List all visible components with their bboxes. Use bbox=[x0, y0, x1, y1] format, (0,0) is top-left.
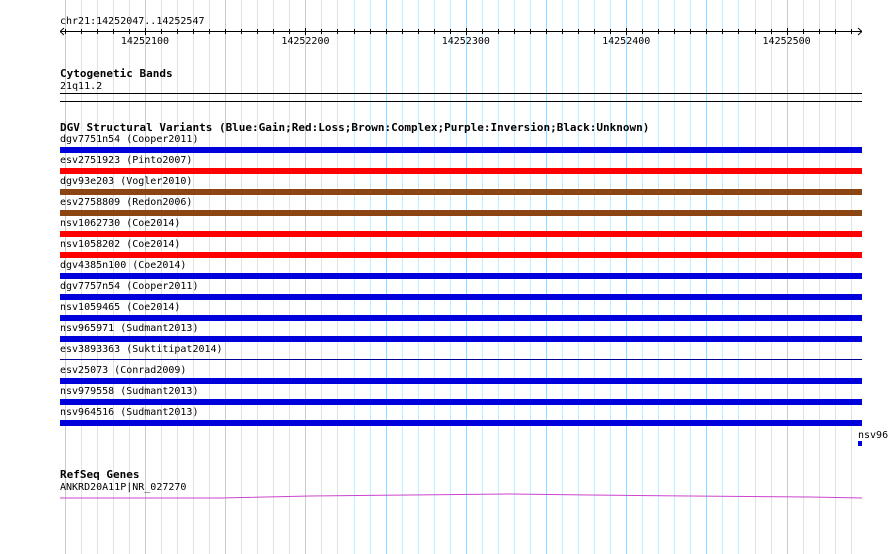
refseq-intron-line bbox=[60, 493, 862, 499]
refseq-track-title[interactable]: RefSeq Genes bbox=[60, 469, 139, 481]
dgv-feature-bar[interactable] bbox=[60, 399, 862, 405]
dgv-feature-label[interactable]: nsv965971 (Sudmant2013) bbox=[60, 323, 198, 335]
refseq-gene-model[interactable] bbox=[60, 490, 862, 500]
dgv-feature-label[interactable]: esv2751923 (Pinto2007) bbox=[60, 155, 192, 167]
ruler-tick-label: 14252500 bbox=[762, 36, 811, 47]
dgv-feature-bar[interactable] bbox=[60, 252, 862, 258]
dgv-feature-label[interactable]: dgv7751n54 (Cooper2011) bbox=[60, 134, 198, 146]
dgv-feature-label[interactable]: esv2758809 (Redon2006) bbox=[60, 197, 192, 209]
ruler-tick-label: 14252200 bbox=[281, 36, 330, 47]
dgv-feature-bar[interactable] bbox=[60, 336, 862, 342]
dgv-feature-bar[interactable] bbox=[60, 273, 862, 279]
dgv-feature-label[interactable]: nsv979558 (Sudmant2013) bbox=[60, 386, 198, 398]
dgv-feature-bar[interactable] bbox=[60, 189, 862, 195]
ruler-tick-label: 14252300 bbox=[441, 36, 490, 47]
dgv-feature-bar[interactable] bbox=[60, 378, 862, 384]
dgv-track-title[interactable]: DGV Structural Variants (Blue:Gain;Red:L… bbox=[60, 122, 649, 134]
cytoband-label[interactable]: 21q11.2 bbox=[60, 81, 102, 93]
dgv-feature-bar[interactable] bbox=[60, 315, 862, 321]
dgv-overflow-feature[interactable] bbox=[858, 441, 862, 446]
dgv-feature-label[interactable]: nsv1062730 (Coe2014) bbox=[60, 218, 180, 230]
dgv-feature-label[interactable]: esv25073 (Conrad2009) bbox=[60, 365, 186, 377]
dgv-feature-label[interactable]: nsv1058202 (Coe2014) bbox=[60, 239, 180, 251]
cytoband-line-top bbox=[60, 93, 862, 94]
dgv-feature-label[interactable]: dgv4385n100 (Coe2014) bbox=[60, 260, 186, 272]
ruler-tick-label: 14252100 bbox=[120, 36, 170, 47]
dgv-feature-bar[interactable] bbox=[60, 359, 862, 360]
dgv-feature-label[interactable]: esv3893363 (Suktitipat2014) bbox=[60, 344, 223, 356]
dgv-overflow-label[interactable]: nsv96 bbox=[858, 430, 888, 442]
dgv-feature-label[interactable]: nsv1059465 (Coe2014) bbox=[60, 302, 180, 314]
dgv-feature-bar[interactable] bbox=[60, 231, 862, 237]
dgv-feature-bar[interactable] bbox=[60, 294, 862, 300]
dgv-feature-label[interactable]: dgv93e203 (Vogler2010) bbox=[60, 176, 192, 188]
dgv-feature-bar[interactable] bbox=[60, 168, 862, 174]
dgv-feature-bar[interactable] bbox=[60, 420, 862, 426]
cytoband-line-bottom bbox=[60, 101, 862, 102]
dgv-feature-label[interactable]: nsv964516 (Sudmant2013) bbox=[60, 407, 198, 419]
cytoband-track-title[interactable]: Cytogenetic Bands bbox=[60, 68, 173, 80]
ruler-tick-label: 14252400 bbox=[602, 36, 651, 47]
dgv-feature-label[interactable]: dgv7757n54 (Cooper2011) bbox=[60, 281, 198, 293]
dgv-feature-bar[interactable] bbox=[60, 210, 862, 216]
dgv-feature-bar[interactable] bbox=[60, 147, 862, 153]
